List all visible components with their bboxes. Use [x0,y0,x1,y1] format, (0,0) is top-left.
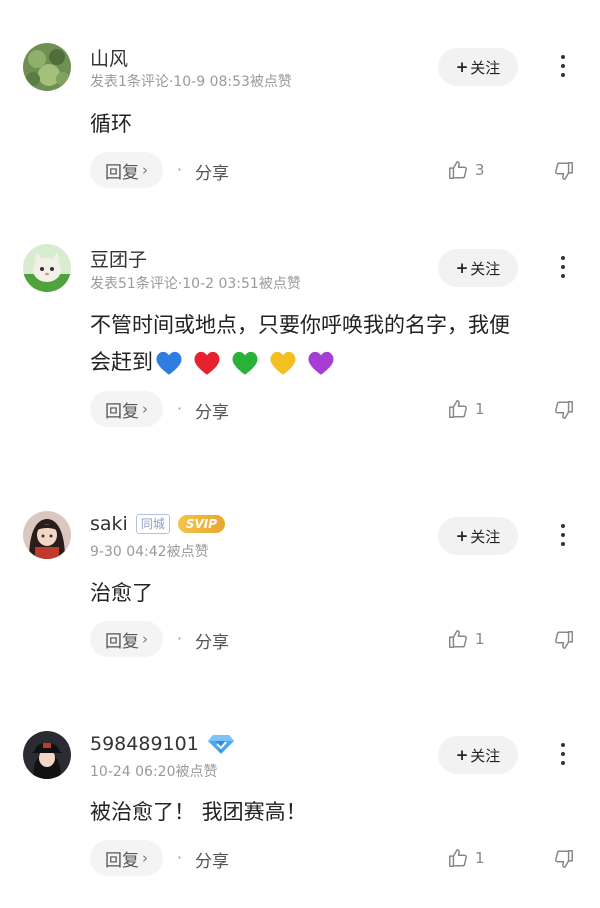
chevron-right-icon: › [142,161,148,179]
username[interactable]: 598489101 [90,733,235,755]
user-avatar[interactable] [23,244,71,292]
chevron-right-icon: › [142,630,148,648]
share-button[interactable]: 分享 [195,159,229,184]
comment-meta: 10-24 06:20被点赞 [90,764,218,780]
comment-text: 不管时间或地点，只要你呼唤我的名字，我便 会赶到 [90,307,580,381]
comment-meta: 发表51条评论·10-2 03:51被点赞 [90,276,301,292]
reply-button[interactable]: 回复 › [90,621,163,657]
follow-button[interactable]: + 关注 [438,249,518,287]
diamond-icon [207,735,234,754]
red-heart-icon [194,351,220,375]
plus-icon: + [455,527,469,545]
comment-meta: 发表1条评论·10-9 08:53被点赞 [90,74,292,90]
reply-button[interactable]: 回复 › [90,152,163,188]
dislike-button[interactable] [553,629,575,655]
svip-badge: SVIP [177,515,226,533]
username[interactable]: 豆团子 [90,245,147,272]
username[interactable]: 山风 [90,44,128,71]
plus-icon: + [455,259,469,277]
like-button[interactable]: 1 [447,847,485,869]
dislike-button[interactable] [553,399,575,425]
reply-button[interactable]: 回复 › [90,840,163,876]
more-options-icon[interactable] [552,250,574,284]
user-avatar[interactable] [23,511,71,559]
plus-icon: + [455,58,469,76]
reply-button[interactable]: 回复 › [90,391,163,427]
more-options-icon[interactable] [552,737,574,771]
separator-dot: · [177,629,183,648]
follow-button[interactable]: + 关注 [438,517,518,555]
dislike-button[interactable] [553,160,575,186]
more-options-icon[interactable] [552,49,574,83]
share-button[interactable]: 分享 [195,847,229,872]
thumbs-down-icon [555,850,573,868]
purple-heart-icon [308,351,334,375]
blue-heart-icon [156,351,182,375]
like-button[interactable]: 1 [447,628,485,650]
separator-dot: · [177,848,183,867]
like-button[interactable]: 3 [447,159,485,181]
thumbs-up-icon [449,630,467,648]
thumbs-up-icon [449,849,467,867]
comment-text-line2: 会赶到 [90,344,580,381]
separator-dot: · [177,399,183,418]
comment-text: 治愈了 [90,581,153,605]
chevron-right-icon: › [142,400,148,418]
yellow-heart-icon [270,351,296,375]
comment-meta: 9-30 04:42被点赞 [90,544,209,560]
comment-text: 循环 [90,112,132,136]
share-button[interactable]: 分享 [195,398,229,423]
thumbs-up-icon [449,161,467,179]
follow-button[interactable]: + 关注 [438,736,518,774]
user-avatar[interactable] [23,43,71,91]
thumbs-down-icon [555,401,573,419]
plus-icon: + [455,746,469,764]
green-heart-icon [232,351,258,375]
share-button[interactable]: 分享 [195,628,229,653]
username[interactable]: saki 同城 SVIP [90,513,226,535]
thumbs-down-icon [555,631,573,649]
more-options-icon[interactable] [552,518,574,552]
like-button[interactable]: 1 [447,398,485,420]
same-city-tag: 同城 [135,514,170,534]
thumbs-down-icon [555,162,573,180]
chevron-right-icon: › [142,849,148,867]
dislike-button[interactable] [553,848,575,874]
comment-text: 被治愈了！ 我团赛高！ [90,800,307,824]
user-avatar[interactable] [23,731,71,779]
separator-dot: · [177,160,183,179]
follow-button[interactable]: + 关注 [438,48,518,86]
thumbs-up-icon [449,400,467,418]
